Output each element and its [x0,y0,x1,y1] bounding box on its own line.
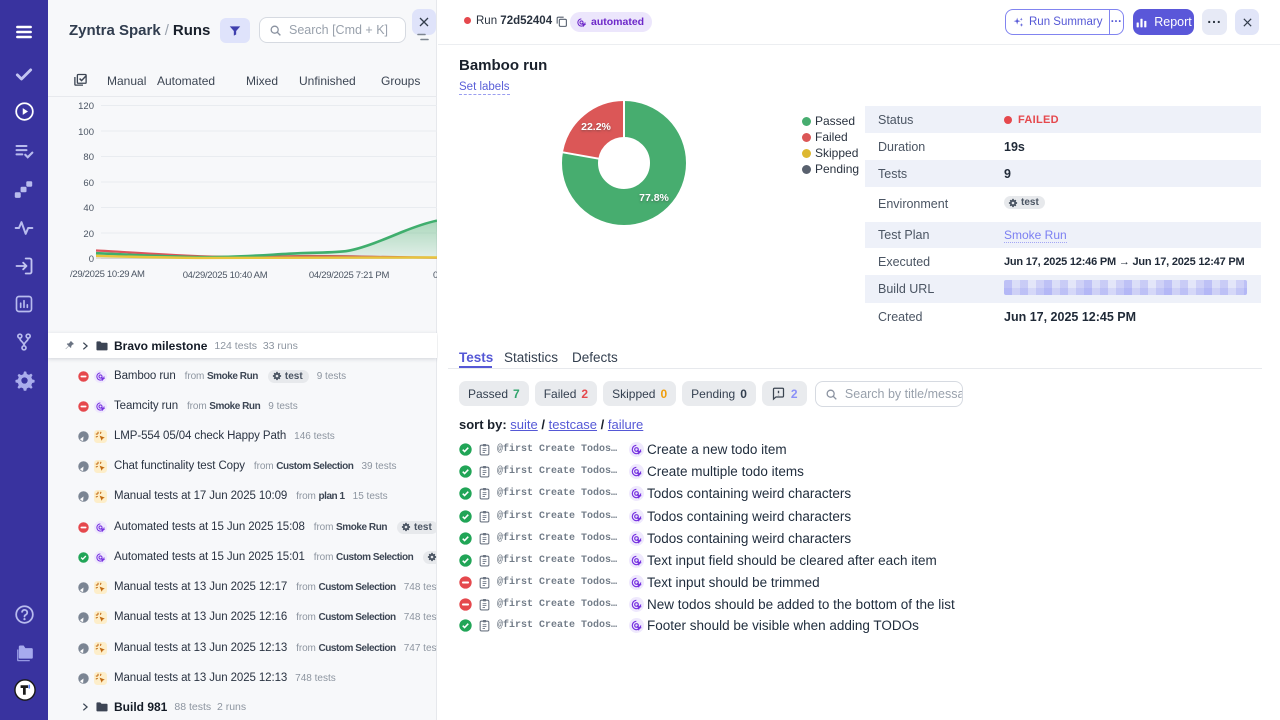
svg-text:/29/2025 10:29 AM: /29/2025 10:29 AM [70,269,145,280]
svg-text:04/29/2025 10:40 AM: 04/29/2025 10:40 AM [183,270,268,281]
svg-text:60: 60 [83,178,94,189]
svg-text:100: 100 [78,127,94,138]
svg-text:120: 120 [78,101,94,112]
svg-text:04/29/2025 7:21 PM: 04/29/2025 7:21 PM [309,270,390,281]
svg-text:77.8%: 77.8% [639,192,669,204]
svg-text:22.2%: 22.2% [581,121,611,133]
svg-text:40: 40 [83,203,94,214]
svg-text:80: 80 [83,152,94,163]
svg-text:0: 0 [433,270,437,281]
svg-text:20: 20 [83,229,94,240]
svg-text:0: 0 [89,254,94,265]
